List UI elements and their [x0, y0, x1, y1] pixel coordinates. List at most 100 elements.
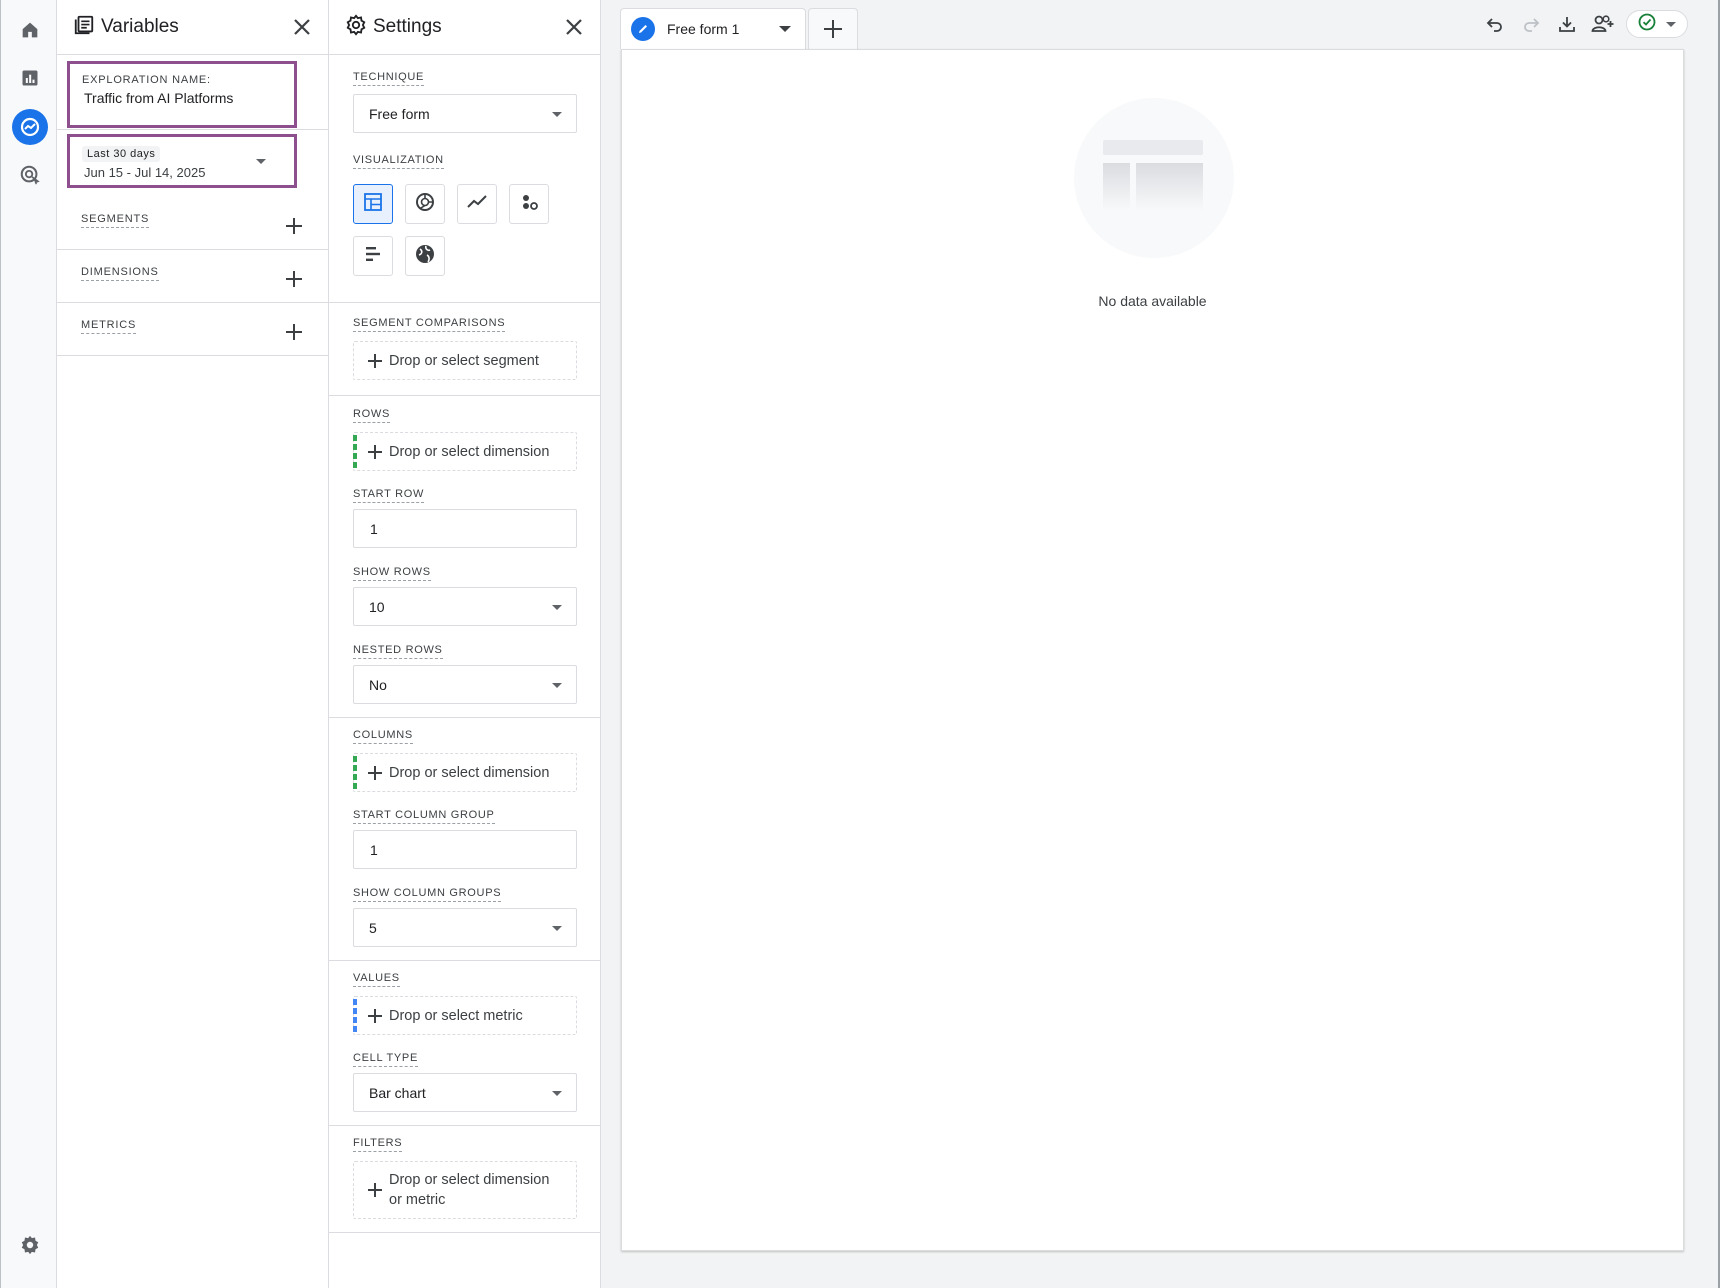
chevron-down-icon	[552, 112, 562, 117]
viz-table-button[interactable]	[353, 184, 393, 224]
chevron-down-icon[interactable]	[779, 26, 791, 32]
scatter-plot-icon	[518, 191, 540, 218]
nested-rows-label: NESTED ROWS	[353, 644, 443, 659]
filters-drop-zone[interactable]: Drop or select dimension or metric	[353, 1161, 577, 1219]
close-settings-icon[interactable]	[562, 15, 586, 39]
variables-panel: Variables EXPLORATION NAME: Traffic from…	[57, 0, 329, 1288]
cell-type-value: Bar chart	[369, 1084, 426, 1101]
viz-line-button[interactable]	[457, 184, 497, 224]
canvas-toolbar	[1482, 10, 1688, 38]
columns-drop-zone[interactable]: Drop or select dimension	[353, 753, 577, 792]
start-column-group-label: START COLUMN GROUP	[353, 809, 495, 824]
check-circle-icon	[1638, 13, 1656, 36]
date-range-picker[interactable]: Last 30 days Jun 15 - Jul 14, 2025	[67, 134, 297, 188]
exploration-name-field[interactable]: EXPLORATION NAME: Traffic from AI Platfo…	[67, 61, 297, 128]
segment-drop-zone[interactable]: Drop or select segment	[353, 341, 577, 380]
nested-rows-value: No	[369, 676, 387, 693]
viz-donut-button[interactable]	[405, 184, 445, 224]
canvas-panel: No data available	[621, 49, 1684, 1251]
undo-icon[interactable]	[1482, 11, 1508, 37]
add-dimension-icon[interactable]	[285, 270, 303, 288]
show-rows-label: SHOW ROWS	[353, 566, 431, 581]
cell-type-select[interactable]: Bar chart	[353, 1073, 577, 1112]
donut-chart-icon	[414, 191, 436, 218]
show-column-groups-value: 5	[369, 919, 377, 936]
advertising-icon[interactable]	[12, 157, 48, 193]
variables-icon	[73, 14, 95, 41]
start-row-label: START ROW	[353, 488, 425, 503]
download-icon[interactable]	[1554, 11, 1580, 37]
save-status-button[interactable]	[1626, 10, 1688, 38]
rows-label: ROWS	[353, 408, 391, 423]
tab-free-form-1[interactable]: Free form 1	[620, 8, 806, 49]
line-chart-icon	[466, 191, 488, 218]
variables-title: Variables	[101, 16, 179, 37]
dimensions-section: DIMENSIONS	[57, 250, 329, 303]
values-drop-text: Drop or select metric	[389, 1007, 523, 1024]
divider	[329, 717, 600, 718]
close-variables-icon[interactable]	[290, 15, 314, 39]
globe-icon	[414, 243, 436, 270]
technique-select[interactable]: Free form	[353, 94, 577, 133]
left-nav-rail	[0, 0, 57, 1288]
show-column-groups-select[interactable]: 5	[353, 908, 577, 947]
plus-icon	[824, 20, 842, 38]
metrics-label: METRICS	[81, 319, 137, 334]
divider	[329, 1232, 600, 1233]
start-row-value: 1	[370, 520, 378, 537]
viz-scatter-button[interactable]	[509, 184, 549, 224]
viz-geo-button[interactable]	[405, 236, 445, 276]
show-rows-select[interactable]: 10	[353, 587, 577, 626]
plus-icon	[368, 353, 382, 368]
add-tab-button[interactable]	[808, 8, 858, 49]
plus-icon	[368, 765, 382, 780]
start-row-input[interactable]: 1	[353, 509, 577, 548]
bar-chart-icon	[363, 244, 383, 269]
chevron-down-icon	[552, 1091, 562, 1096]
divider	[329, 395, 600, 396]
filters-drop-line2: or metric	[389, 1192, 446, 1208]
metrics-section: METRICS	[57, 303, 329, 356]
add-segment-icon[interactable]	[285, 217, 303, 235]
explore-icon[interactable]	[12, 109, 48, 145]
nested-rows-select[interactable]: No	[353, 665, 577, 704]
share-add-user-icon[interactable]	[1590, 11, 1616, 37]
admin-gear-icon[interactable]	[12, 1227, 48, 1263]
date-preset-chip: Last 30 days	[82, 146, 161, 162]
filters-drop-line1: Drop or select dimension	[389, 1172, 550, 1188]
plus-icon	[368, 1008, 382, 1023]
values-drop-zone[interactable]: Drop or select metric	[353, 996, 577, 1035]
drop-stripe	[353, 999, 357, 1032]
rows-drop-zone[interactable]: Drop or select dimension	[353, 432, 577, 471]
divider	[329, 960, 600, 961]
exploration-name-value: Traffic from AI Platforms	[84, 90, 234, 106]
variables-header: Variables	[57, 0, 328, 55]
cell-type-label: CELL TYPE	[353, 1052, 418, 1067]
start-column-group-input[interactable]: 1	[353, 830, 577, 869]
visualization-label: VISUALIZATION	[353, 154, 444, 169]
drop-stripe	[353, 435, 357, 468]
columns-drop-text: Drop or select dimension	[389, 764, 550, 781]
empty-state-illustration	[1074, 98, 1234, 258]
technique-label: TECHNIQUE	[353, 71, 425, 86]
columns-label: COLUMNS	[353, 729, 413, 744]
technique-value: Free form	[369, 105, 430, 122]
home-icon[interactable]	[12, 12, 48, 48]
chevron-down-icon	[552, 605, 562, 610]
plus-icon	[368, 1183, 382, 1197]
date-range-value: Jun 15 - Jul 14, 2025	[84, 165, 206, 180]
dimensions-label: DIMENSIONS	[81, 266, 159, 281]
tab-bar: Free form 1	[620, 8, 858, 49]
pencil-icon[interactable]	[631, 17, 655, 41]
settings-header: Settings	[329, 0, 600, 55]
add-metric-icon[interactable]	[285, 323, 303, 341]
viz-bar-button[interactable]	[353, 236, 393, 276]
filters-label: FILTERS	[353, 1137, 403, 1152]
chevron-down-icon	[552, 683, 562, 688]
segments-section: SEGMENTS	[57, 197, 329, 250]
divider	[329, 302, 600, 303]
redo-icon[interactable]	[1518, 11, 1544, 37]
segment-drop-text: Drop or select segment	[389, 352, 539, 369]
table-icon	[363, 192, 383, 217]
reports-icon[interactable]	[12, 60, 48, 96]
